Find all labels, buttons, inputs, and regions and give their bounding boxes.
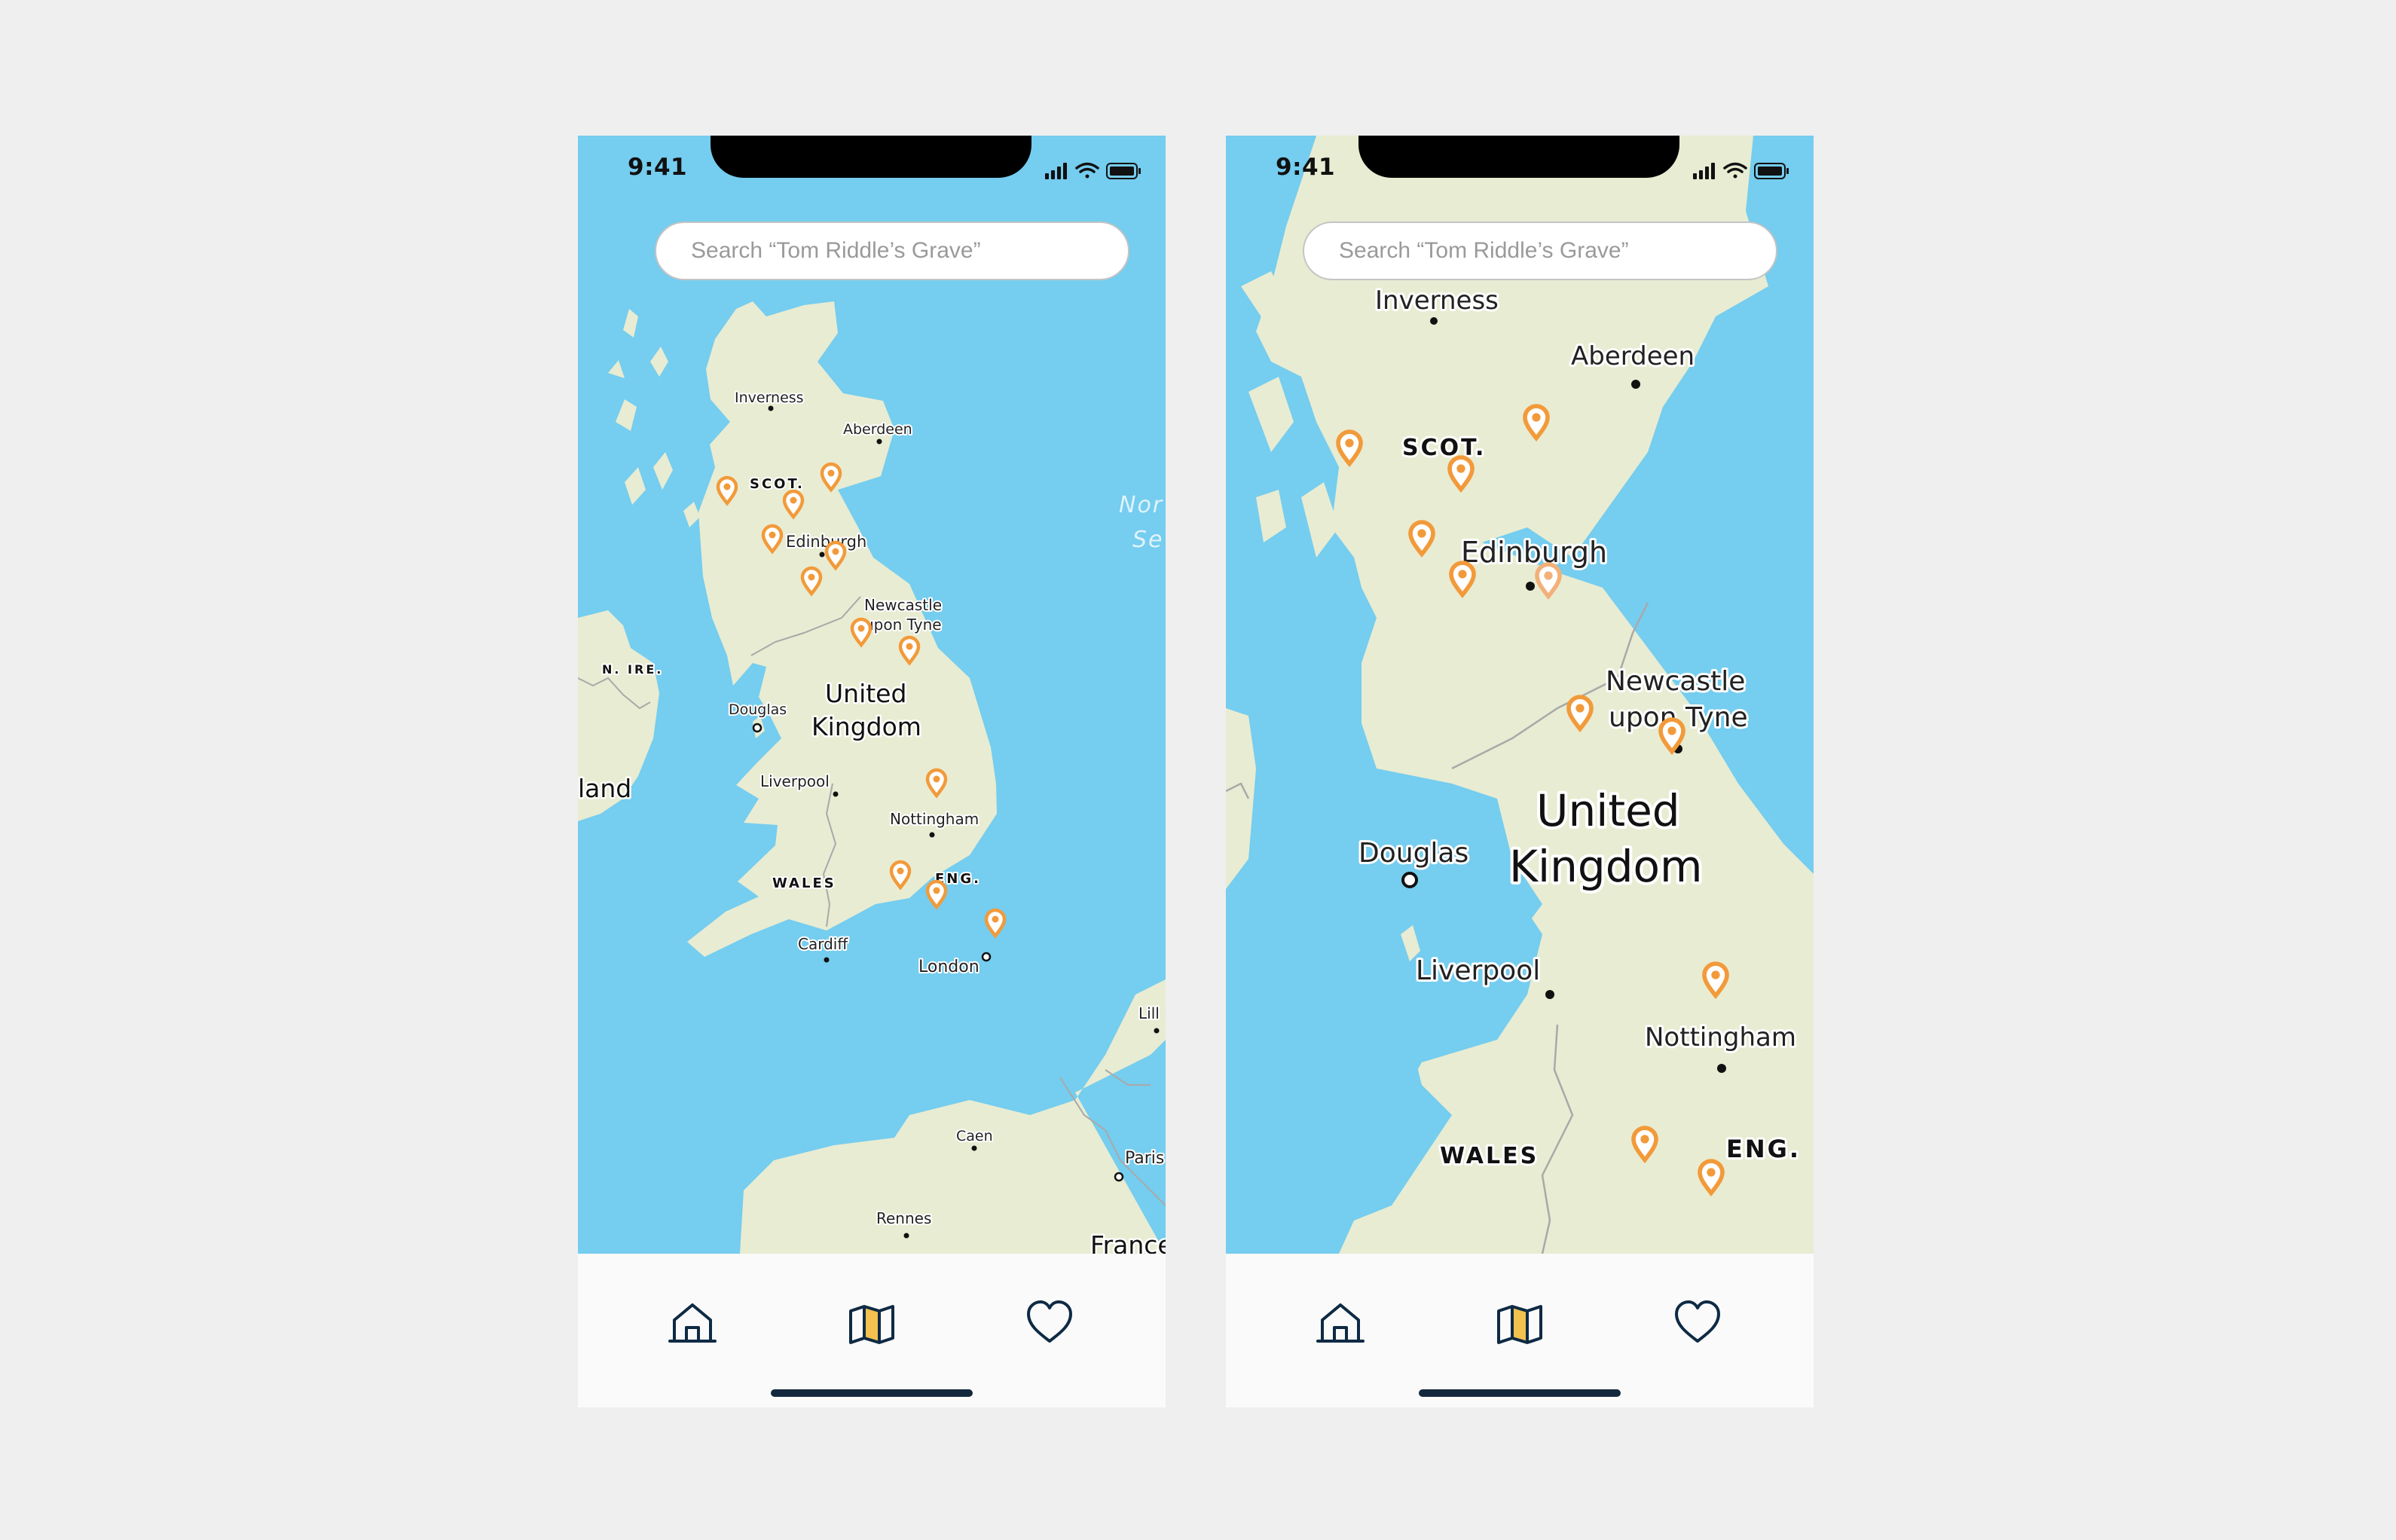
signal-icon [1693, 163, 1715, 179]
city-dot [876, 438, 882, 445]
city-label: Inverness [1375, 286, 1499, 316]
city-dot [752, 723, 763, 733]
location-pin[interactable] [925, 879, 948, 910]
city-label: Newcastle [1606, 666, 1745, 697]
country-label: land [578, 774, 631, 803]
country-label: Kingdom [811, 712, 921, 741]
country-label: France [1090, 1230, 1166, 1254]
city-label: Inverness [735, 390, 804, 406]
city-dot [981, 952, 992, 962]
map-icon [849, 1305, 894, 1344]
city-dot [819, 552, 825, 558]
tab-favorites[interactable] [1022, 1296, 1077, 1350]
city-dot [768, 405, 774, 411]
location-pin[interactable] [984, 908, 1007, 939]
country-label: Kingdom [1509, 841, 1703, 892]
city-label: Liverpool [760, 772, 830, 790]
city-dot [929, 832, 935, 838]
tab-map[interactable] [1493, 1296, 1547, 1350]
city-label: London [918, 958, 979, 976]
city-dot [1401, 872, 1418, 888]
city-label: Aberdeen [843, 421, 912, 438]
city-dot [1430, 317, 1438, 325]
city-label: upon Tyne [864, 616, 942, 634]
land-continent [740, 979, 1166, 1254]
city-dot [824, 957, 830, 963]
home-indicator [1419, 1389, 1621, 1397]
wifi-icon [1723, 162, 1747, 179]
status-time: 9:41 [1276, 154, 1336, 181]
city-label: Aberdeen [1571, 341, 1695, 371]
city-label: Rennes [876, 1209, 931, 1227]
sea-label: Se [1132, 527, 1164, 553]
battery-icon [1754, 163, 1789, 179]
city-label: Lill [1138, 1004, 1160, 1022]
city-dot [833, 791, 839, 797]
home-icon [1316, 1303, 1365, 1343]
city-dot [1545, 990, 1554, 999]
city-label: Edinburgh [1461, 536, 1607, 569]
tab-home[interactable] [1313, 1296, 1368, 1350]
tab-home[interactable] [665, 1296, 720, 1350]
city-label: Douglas [729, 701, 787, 718]
region-label: WALES [772, 875, 836, 891]
city-label: Douglas [1358, 838, 1468, 869]
city-label: Paris [1125, 1149, 1164, 1168]
phone-screen-zoomed: Inverness Aberdeen SCOT. Edinburgh Newca… [1226, 136, 1814, 1407]
tab-favorites[interactable] [1670, 1296, 1725, 1350]
region-label: WALES [1440, 1143, 1539, 1169]
map-icon [1497, 1305, 1542, 1344]
land-great-britain [687, 301, 997, 957]
map-view[interactable]: Inverness Aberdeen SCOT. Edinburgh Newca… [578, 136, 1166, 1254]
device-notch [1358, 136, 1679, 178]
status-icons [1690, 160, 1791, 184]
sea-label: Nor [1119, 492, 1163, 518]
map-view[interactable]: Inverness Aberdeen SCOT. Edinburgh Newca… [1226, 136, 1814, 1254]
city-dot [903, 1233, 909, 1239]
search-input[interactable] [655, 222, 1129, 280]
city-label: Newcastle [864, 596, 942, 614]
city-dot [1526, 582, 1535, 591]
city-dot [1631, 380, 1640, 389]
land-scottish-islands [608, 309, 700, 527]
region-label: SCOT. [750, 476, 805, 492]
country-label: United [825, 679, 906, 708]
city-label: Cardiff [798, 935, 848, 953]
map-canvas[interactable]: Inverness Aberdeen SCOT. Edinburgh Newca… [578, 136, 1166, 1254]
device-notch [711, 136, 1031, 178]
region-label: ENG. [1726, 1135, 1801, 1163]
region-label: SCOT. [1402, 435, 1486, 461]
city-label: Liverpool [1416, 955, 1540, 986]
tab-bar [1226, 1254, 1814, 1407]
city-label: Nottingham [890, 810, 979, 828]
city-dot [1154, 1028, 1160, 1034]
country-label: United [1536, 785, 1680, 836]
region-label: N. IRE. [602, 662, 663, 677]
city-label: Nottingham [1645, 1022, 1796, 1053]
phone-screen-overview: Inverness Aberdeen SCOT. Edinburgh Newca… [578, 136, 1166, 1407]
map-canvas[interactable]: Inverness Aberdeen SCOT. Edinburgh Newca… [1226, 136, 1814, 1254]
tab-bar [578, 1254, 1166, 1407]
city-dot [1114, 1172, 1124, 1182]
city-label: Caen [956, 1128, 993, 1144]
home-icon [668, 1303, 717, 1343]
status-icons [1042, 160, 1143, 184]
wifi-icon [1075, 162, 1099, 179]
heart-icon [1027, 1300, 1072, 1343]
city-dot [1717, 1064, 1726, 1073]
home-indicator [771, 1389, 973, 1397]
city-dot [971, 1145, 977, 1151]
search-input[interactable] [1303, 222, 1777, 280]
heart-icon [1675, 1300, 1720, 1343]
signal-icon [1045, 163, 1067, 179]
status-time: 9:41 [628, 154, 688, 181]
tab-map[interactable] [845, 1296, 899, 1350]
battery-icon [1106, 163, 1141, 179]
